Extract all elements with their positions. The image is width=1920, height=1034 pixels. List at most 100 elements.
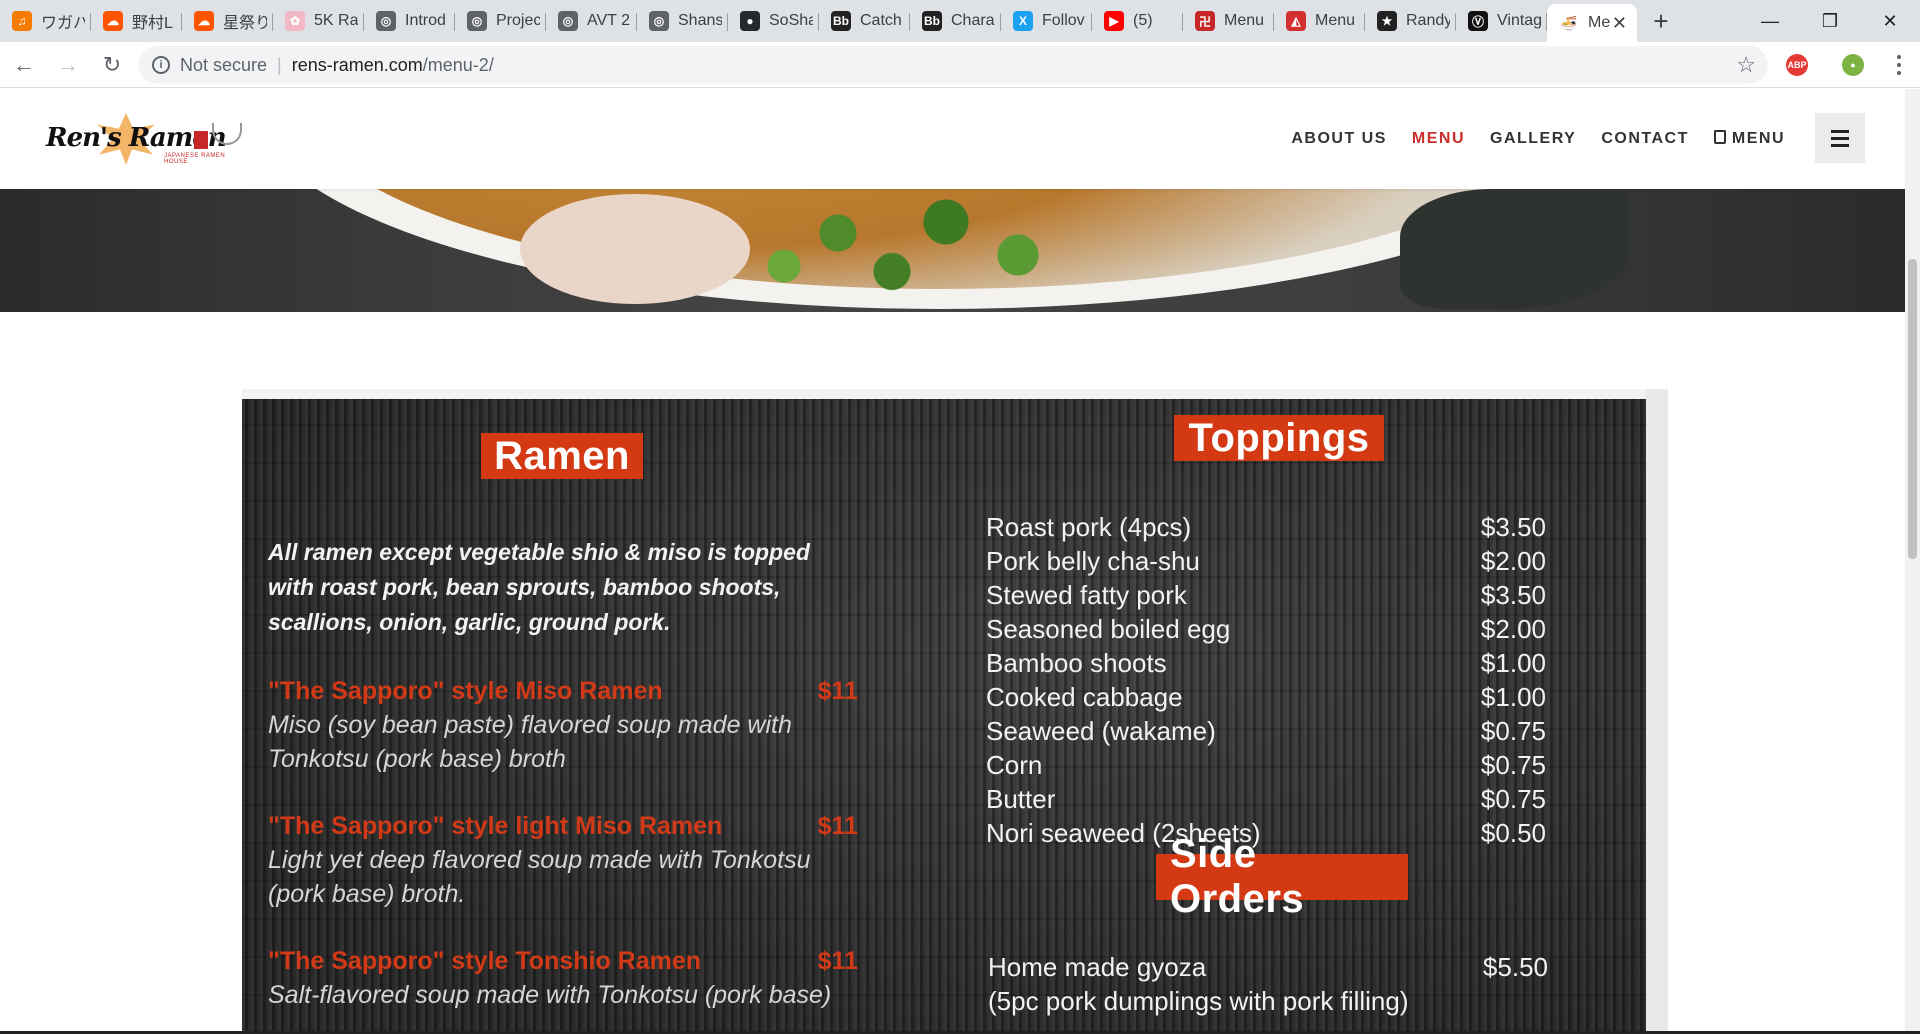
topping-price: $0.75 bbox=[1480, 749, 1546, 780]
logo-tagline: JAPANESE RAMEN HOUSE bbox=[164, 153, 226, 165]
ramen-item-price: $11 bbox=[817, 676, 858, 705]
tab-title: Shansi bbox=[678, 12, 722, 29]
topping-name: Pork belly cha-shu bbox=[986, 545, 1200, 576]
side-orders-heading: Side Orders bbox=[1156, 832, 1408, 921]
window-controls: — ❐ ✕ bbox=[1740, 0, 1920, 42]
tab-title: AVT 2 bbox=[587, 12, 630, 29]
url-path: /menu-2/ bbox=[422, 54, 494, 75]
close-window-button[interactable]: ✕ bbox=[1860, 0, 1920, 42]
topping-row: Seaweed (wakame) $0.75 bbox=[986, 714, 1546, 748]
browser-tab[interactable]: ✿ 5K Ra bbox=[273, 4, 364, 38]
browser-tab[interactable]: ◎ Projec bbox=[455, 4, 546, 38]
tab-title: (5) bbox=[1133, 12, 1153, 29]
web-page: Ren's Ramen JAPANESE RAMEN HOUSE ABOUT U… bbox=[0, 89, 1905, 1034]
adblock-icon[interactable]: ABP bbox=[1786, 54, 1808, 76]
browser-tab[interactable]: 卍 Menu bbox=[1183, 4, 1274, 38]
topping-name: Corn bbox=[986, 749, 1043, 780]
tab-title: Randy bbox=[1406, 12, 1450, 29]
scrollbar-thumb[interactable] bbox=[1908, 259, 1917, 559]
side-orders-list: Home made gyoza $5.50 (5pc pork dumplings… bbox=[988, 950, 1548, 1018]
topping-name: Stewed fatty pork bbox=[986, 579, 1187, 610]
topping-row: Cooked cabbage $1.00 bbox=[986, 680, 1546, 714]
ramen-item-price: $11 bbox=[817, 946, 858, 975]
browser-tab[interactable]: ☁ 野村L bbox=[91, 4, 182, 38]
topping-price: $0.75 bbox=[1480, 715, 1546, 746]
browser-tab-active[interactable]: 🍜 Me ✕ bbox=[1547, 4, 1637, 42]
hero-ramen-image bbox=[0, 189, 1905, 312]
topping-row: Stewed fatty pork $3.50 bbox=[986, 578, 1546, 612]
toppings-heading: Toppings bbox=[1174, 415, 1384, 461]
github-icon: ● bbox=[740, 11, 760, 31]
topping-row: Pork belly cha-shu $2.00 bbox=[986, 544, 1546, 578]
logo-stamp bbox=[194, 131, 208, 149]
restaurant-icon: ◭ bbox=[1286, 11, 1306, 31]
tab-title: Menu bbox=[1315, 12, 1356, 29]
ramen-heading: Ramen bbox=[481, 433, 643, 479]
hamburger-menu-button[interactable] bbox=[1815, 113, 1865, 163]
minimize-button[interactable]: — bbox=[1740, 0, 1800, 42]
tab-title: Menu bbox=[1224, 12, 1265, 29]
nav-menu[interactable]: MENU bbox=[1412, 130, 1465, 148]
hero-scallions bbox=[730, 189, 1090, 299]
browser-tab[interactable]: ● SoSha bbox=[728, 4, 819, 38]
ramen-item-price: $11 bbox=[817, 811, 858, 840]
browser-tab[interactable]: ★ Randy bbox=[1365, 4, 1456, 38]
browser-tab[interactable]: ◎ Shansi bbox=[637, 4, 728, 38]
globe-icon: ◎ bbox=[467, 11, 487, 31]
nav-gallery[interactable]: GALLERY bbox=[1490, 130, 1576, 148]
hero-pork-slice bbox=[520, 194, 750, 304]
browser-tab[interactable]: Ⓥ Vintag bbox=[1456, 4, 1547, 38]
nav-about-us[interactable]: ABOUT US bbox=[1291, 130, 1387, 148]
forward-button[interactable]: → bbox=[48, 45, 88, 85]
browser-tab[interactable]: ◎ Introd bbox=[364, 4, 455, 38]
browser-tab[interactable]: Bb Catch bbox=[819, 4, 910, 38]
browser-tab[interactable]: X Follov bbox=[1001, 4, 1092, 38]
back-button[interactable]: ← bbox=[4, 45, 44, 85]
topping-price: $1.00 bbox=[1480, 647, 1546, 678]
browser-menu-button[interactable] bbox=[1884, 48, 1914, 82]
shopping-bag-icon bbox=[1713, 130, 1726, 144]
bookmark-star-icon[interactable]: ☆ bbox=[1736, 52, 1756, 78]
main-nav: ABOUT US MENU GALLERY CONTACT MENU bbox=[1291, 89, 1785, 189]
soundcloud-icon: ☁ bbox=[194, 11, 214, 31]
nav-shop-menu[interactable]: MENU bbox=[1713, 130, 1785, 148]
topping-price: $3.50 bbox=[1480, 511, 1546, 542]
browser-tab[interactable]: ♫ ワガハ bbox=[0, 4, 91, 38]
topping-price: $3.50 bbox=[1480, 579, 1546, 610]
browser-tab[interactable]: ☁ 星祭り bbox=[182, 4, 273, 38]
url-host: rens-ramen.com bbox=[291, 54, 423, 75]
ramen-item-desc: Light yet deep flavored soup made with T… bbox=[268, 846, 811, 908]
topping-name: Seaweed (wakame) bbox=[986, 715, 1216, 746]
reload-button[interactable]: ↻ bbox=[92, 45, 132, 85]
address-bar[interactable]: i Not secure | rens-ramen.com /menu-2/ ☆ bbox=[138, 46, 1768, 84]
tab-title: Projec bbox=[496, 12, 540, 29]
globe-icon: ◎ bbox=[558, 11, 578, 31]
browser-tab[interactable]: ◭ Menu bbox=[1274, 4, 1365, 38]
nav-contact[interactable]: CONTACT bbox=[1601, 130, 1689, 148]
ramen-item: "The Sapporo" style light Miso Ramen $11 … bbox=[268, 809, 868, 911]
side-item-name: Home made gyoza bbox=[988, 951, 1207, 982]
topping-row: Bamboo shoots $1.00 bbox=[986, 646, 1546, 680]
browser-tab[interactable]: ▶ (5) bbox=[1092, 4, 1183, 38]
tab-title: Introd bbox=[405, 12, 446, 29]
browser-tab[interactable]: ◎ AVT 2 bbox=[546, 4, 637, 38]
ramen-item-name: "The Sapporo" style light Miso Ramen bbox=[268, 811, 723, 840]
card-edge bbox=[1646, 389, 1668, 1034]
restore-button[interactable]: ❐ bbox=[1800, 0, 1860, 42]
topping-name: Bamboo shoots bbox=[986, 647, 1167, 678]
close-tab-icon[interactable]: ✕ bbox=[1612, 13, 1627, 34]
info-icon[interactable]: i bbox=[152, 56, 170, 74]
extension-avatar-icon[interactable]: ● bbox=[1842, 54, 1864, 76]
anime-icon: ✿ bbox=[285, 11, 305, 31]
browser-tab[interactable]: Bb Chara bbox=[910, 4, 1001, 38]
ramen-item-desc: Salt-flavored soup made with Tonkotsu (p… bbox=[268, 981, 832, 1009]
topping-name: Roast pork (4pcs) bbox=[986, 511, 1192, 542]
site-logo[interactable]: Ren's Ramen JAPANESE RAMEN HOUSE bbox=[46, 113, 246, 169]
tab-title: SoSha bbox=[769, 12, 813, 29]
page-scrollbar[interactable] bbox=[1905, 89, 1920, 1034]
tab-title: Chara bbox=[951, 12, 995, 29]
youtube-icon: ▶ bbox=[1104, 11, 1124, 31]
site-header: Ren's Ramen JAPANESE RAMEN HOUSE ABOUT U… bbox=[0, 89, 1905, 189]
menu-card-image: Ramen All ramen except vegetable shio & … bbox=[242, 389, 1668, 1034]
new-tab-button[interactable]: + bbox=[1641, 4, 1681, 38]
